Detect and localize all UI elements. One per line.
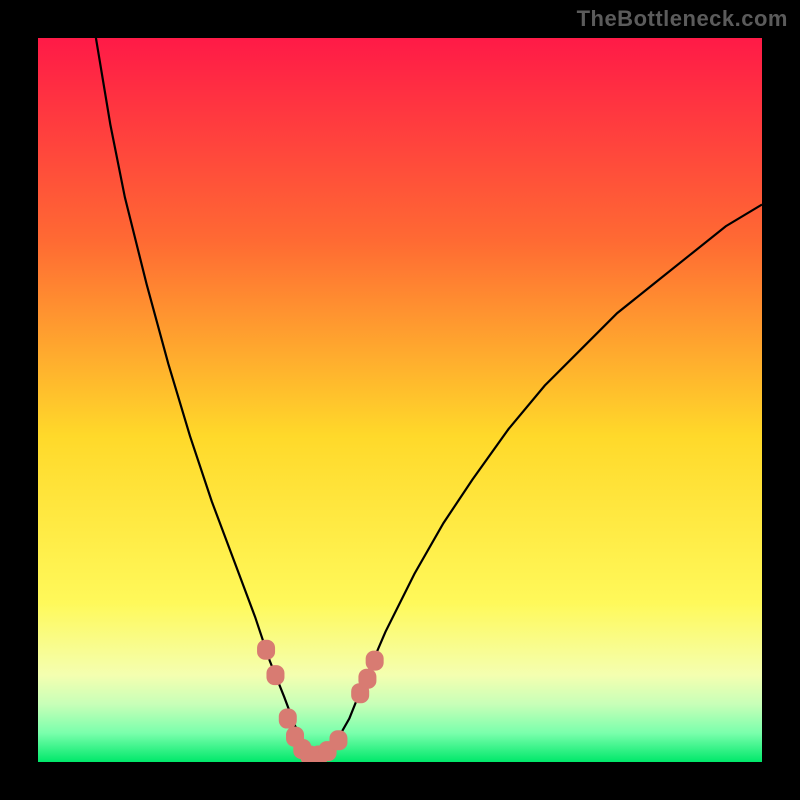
chart-frame: TheBottleneck.com: [0, 0, 800, 800]
curve-marker: [358, 669, 376, 689]
curve-marker: [266, 665, 284, 685]
watermark-text: TheBottleneck.com: [577, 6, 788, 32]
curve-marker: [257, 640, 275, 660]
curve-marker: [329, 730, 347, 750]
curve-marker: [279, 709, 297, 729]
gradient-background: [38, 38, 762, 762]
chart-svg: [38, 38, 762, 762]
curve-marker: [366, 651, 384, 671]
plot-area: [38, 38, 762, 762]
